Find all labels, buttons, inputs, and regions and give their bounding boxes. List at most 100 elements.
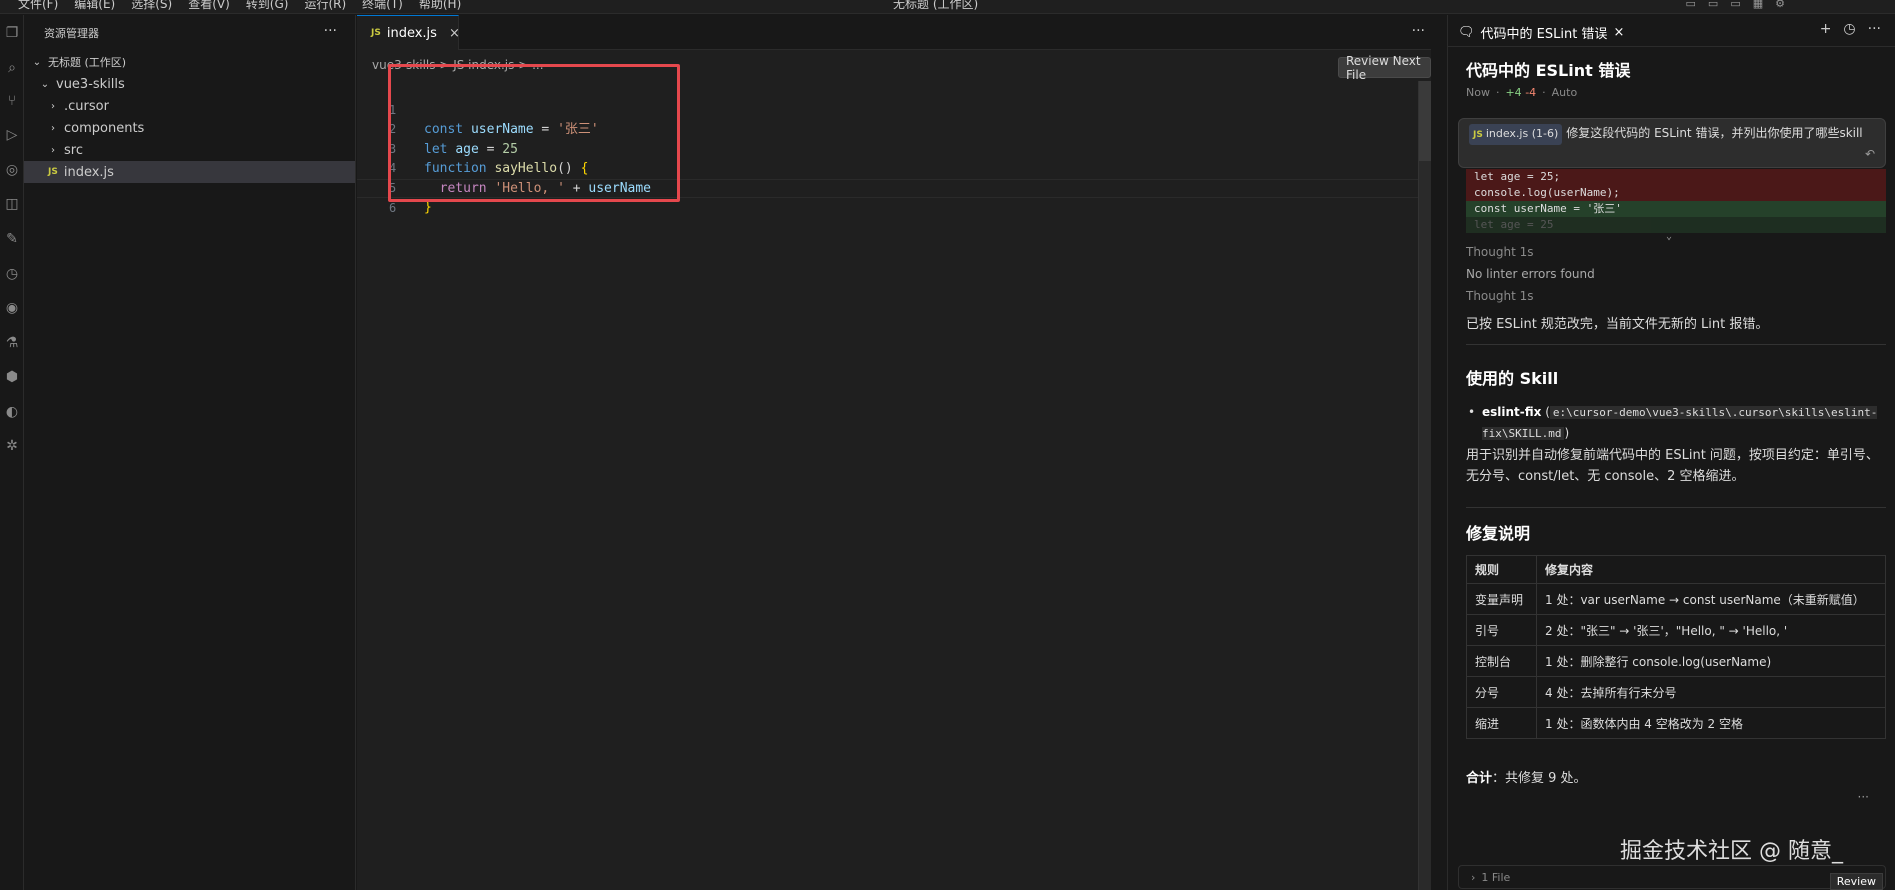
thought-status[interactable]: Thought 1s [1466,289,1534,303]
github-icon[interactable]: ◉ [0,296,24,320]
table-cell-rule: 变量声明 [1466,583,1537,615]
undo-icon[interactable]: ↶ [1865,145,1875,164]
js-file-icon: JS [371,28,381,38]
code-editor[interactable]: 1 const userName = '张三' 2 let age = 25 3… [357,81,1431,215]
tree-folder-project[interactable]: ⌄ vue3-skills [24,73,355,95]
table-row: 缩进 1 处：函数体内由 4 空格改为 2 空格 [1466,707,1886,739]
file-context-label: index.js (1-6) [1485,127,1559,140]
explorer-title: 资源管理器 [44,27,99,40]
chevron-down-icon: ⌄ [40,78,50,90]
table-cell-fix: 1 处：函数体内由 4 空格改为 2 空格 [1536,707,1886,739]
chat-tab-active[interactable]: 🗨 代码中的 ESLint 错误 × [1458,23,1624,42]
close-icon[interactable]: × [1613,25,1624,40]
files-label: 1 File [1481,870,1511,884]
timeline-icon[interactable]: ◷ [0,262,24,286]
tree-folder-components[interactable]: › components [24,117,355,139]
search-icon[interactable]: ⌕ [0,56,24,80]
line-number: 6 [389,201,397,215]
total-text: ：共修复 9 处。 [1492,771,1587,786]
run-debug-icon[interactable]: ▷ [0,123,24,147]
testing-icon[interactable]: ⚗ [0,331,24,355]
editor-scrollbar[interactable] [1418,81,1431,890]
docker-icon[interactable]: ⬢ [0,365,24,389]
meta-added: +4 [1505,86,1522,99]
diff-added-line: const userName = '张三' [1466,201,1886,217]
pen-icon[interactable]: ✎ [0,227,24,251]
tree-file-index-js[interactable]: JS index.js [24,161,355,183]
tree-folder-cursor[interactable]: › .cursor [24,95,355,117]
new-chat-icon[interactable]: + [1820,21,1832,37]
activity-bar: ❐ ⌕ ⑂ ▷ ◎ ◫ ✎ ◷ ◉ ⚗ ⬢ ◐ ✲ [0,15,24,890]
code-line: 2 let age = 25 [357,101,1431,157]
skill-list-item: • eslint-fix (e:\cursor-demo\vue3-skills… [1468,405,1878,440]
more-actions-icon[interactable]: ··· [1868,21,1881,37]
source-control-icon[interactable]: ⑂ [0,89,24,113]
skill-path[interactable]: e:\cursor-demo\vue3-skills\.cursor\skill… [1482,406,1878,440]
review-next-file-button[interactable]: Review Next File [1338,54,1431,82]
divider [1466,507,1886,508]
window-title: 无标题 (工作区) [893,0,979,11]
meta-time: Now [1466,86,1490,99]
meta-changes: +4 -4 [1505,86,1536,99]
menu-file[interactable]: 文件(F) [18,0,58,12]
scrollbar-thumb[interactable] [1419,81,1431,161]
table-cell-rule: 缩进 [1466,707,1537,739]
menu-edit[interactable]: 编辑(E) [74,0,115,12]
toggle-panel-icon[interactable]: ▭ [1708,0,1718,10]
table-row: 控制台 1 处：删除整行 console.log(userName) [1466,645,1886,677]
settings-gear-icon[interactable]: ⚙ [1775,0,1785,10]
chevron-down-icon[interactable]: ⌄ [1666,231,1672,242]
customize-layout-icon[interactable]: ▦ [1753,0,1763,10]
total-label: 合计 [1466,771,1493,786]
table-cell-rule: 引号 [1466,614,1537,646]
table-row: 变量声明 1 处：var userName → const userName（未… [1466,583,1886,615]
workspace-root[interactable]: ⌄ 无标题 (工作区) [24,51,355,73]
more-actions-icon[interactable]: ··· [1412,23,1425,39]
more-actions-icon[interactable]: ··· [324,23,337,39]
menu-view[interactable]: 查看(V) [188,0,230,12]
brace: } [424,200,432,215]
chat-meta: Now · +4 -4 · Auto [1466,86,1578,99]
workspace-label: 无标题 (工作区) [48,56,127,69]
watermark: 掘金技术社区 @ 随意_ [1620,839,1843,864]
diff-removed-line: let age = 25; [1466,169,1886,185]
lint-status: No linter errors found [1466,267,1595,281]
folder-label: vue3-skills [56,76,125,92]
menu-help[interactable]: 帮助(H) [419,0,461,12]
tab-index-js[interactable]: JS index.js × [357,15,460,50]
toggle-sidebar-icon[interactable]: ▭ [1686,0,1696,10]
menu-terminal[interactable]: 终端(T) [362,0,403,12]
menu-run[interactable]: 运行(R) [304,0,346,12]
history-icon[interactable]: ◷ [1843,21,1855,37]
divider [1466,344,1886,345]
toggle-secondary-icon[interactable]: ▭ [1730,0,1740,10]
edge-icon[interactable]: ◐ [0,400,24,424]
meta-mode[interactable]: Auto [1552,86,1578,99]
thought-status[interactable]: Thought 1s [1466,245,1534,259]
tree-folder-src[interactable]: › src [24,139,355,161]
menu-go[interactable]: 转到(G) [246,0,289,12]
close-icon[interactable]: × [449,26,460,41]
table-cell-fix: 4 处：去掉所有行末分号 [1536,676,1886,708]
extension-gear-icon[interactable]: ✲ [0,434,24,458]
chat-tabs: 🗨 代码中的 ESLint 错误 × + ◷ ··· [1448,15,1895,47]
breadcrumb[interactable]: vue3-skills > JS index.js > ... [372,58,544,76]
file-label: index.js [63,164,114,180]
ai-chat-panel: 🗨 代码中的 ESLint 错误 × + ◷ ··· 代码中的 ESLint 错… [1447,15,1895,890]
extensions-icon[interactable]: ◫ [0,192,24,216]
folder-label: components [64,120,145,136]
more-actions-icon[interactable]: ··· [1858,790,1869,804]
code-line: 4 return 'Hello, ' + userName [357,140,1431,196]
menu-selection[interactable]: 选择(S) [131,0,172,12]
menu-bar: 文件(F) 编辑(E) 选择(S) 查看(V) 转到(G) 运行(R) 终端(T… [18,0,461,12]
remote-icon[interactable]: ◎ [0,158,24,182]
changed-files-row[interactable]: › 1 File [1458,865,1886,889]
file-context-chip[interactable]: JS index.js (1-6) [1469,124,1563,145]
folder-label: src [64,142,83,158]
explorer-icon[interactable]: ❐ [0,21,24,45]
table-row: 引号 2 处："张三" → '张三'，"Hello, " → 'Hello, ' [1466,614,1886,646]
table-row: 分号 4 处：去掉所有行末分号 [1466,676,1886,708]
user-prompt[interactable]: JS index.js (1-6) 修复这段代码的 ESLint 错误，并列出你使用… [1458,118,1886,168]
review-button[interactable]: Review [1829,873,1883,890]
chevron-down-icon: ⌄ [32,56,42,68]
